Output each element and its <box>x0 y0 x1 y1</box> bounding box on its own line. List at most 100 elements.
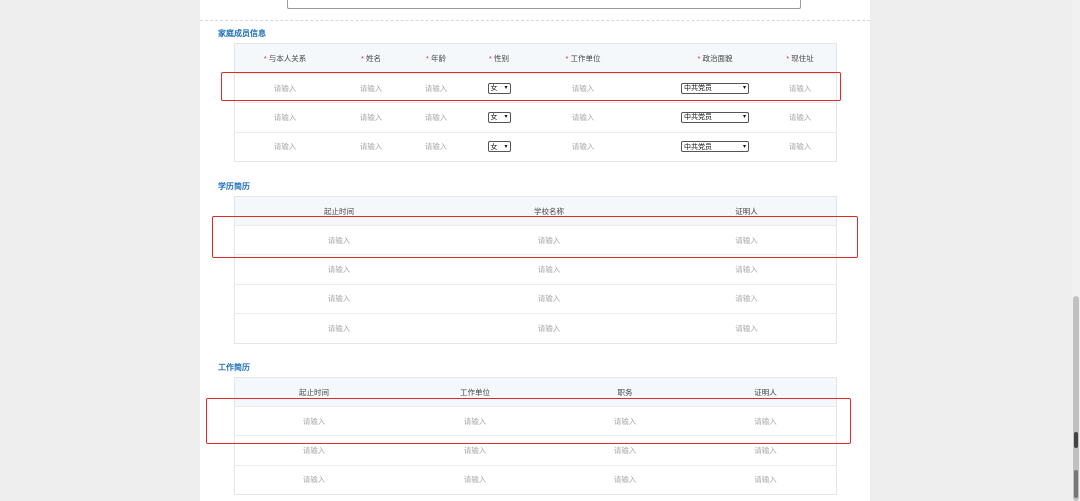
gender-select-value: 女 <box>490 85 498 93</box>
family-input[interactable]: 请输入 <box>572 112 595 123</box>
work-cell: 请输入 <box>557 466 693 494</box>
education-input[interactable]: 请输入 <box>538 293 561 304</box>
family-input[interactable]: 请输入 <box>425 141 448 152</box>
family-header-label: 政治面貌 <box>702 54 733 63</box>
education-cell: 请输入 <box>655 285 838 313</box>
family-input[interactable]: 请输入 <box>789 141 812 152</box>
family-table: * 与本人关系 * 姓名 * 年龄 * 性别 * 工作单位 * 政治面貌 * 现住址 请输入 请输入 请输入女 ▾… <box>234 43 837 162</box>
required-marker: * <box>697 54 701 63</box>
work-cell: 请输入 <box>693 436 838 464</box>
gender-select[interactable]: 女 ▾ <box>487 111 511 123</box>
education-input[interactable]: 请输入 <box>735 323 758 334</box>
work-cell: 请输入 <box>235 436 393 464</box>
family-row: 请输入 请输入 请输入女 ▾ 请输入 中共党员 ▾ 请输入 <box>235 102 836 131</box>
work-input[interactable]: 请输入 <box>303 474 326 485</box>
education-input[interactable]: 请输入 <box>328 293 351 304</box>
work-header-cell: 工作单位 <box>460 387 490 397</box>
family-header-cell: * 工作单位 <box>533 44 633 73</box>
family-input[interactable]: 请输入 <box>360 83 383 94</box>
work-input[interactable]: 请输入 <box>614 474 637 485</box>
family-input[interactable]: 请输入 <box>789 112 812 123</box>
family-input[interactable]: 请输入 <box>360 141 383 152</box>
work-row: 请输入 请输入 请输入 请输入 <box>235 435 836 464</box>
work-input[interactable]: 请输入 <box>754 445 777 456</box>
family-header-label: 年龄 <box>430 54 446 63</box>
required-marker: * <box>361 54 364 63</box>
chevron-down-icon: ▾ <box>742 143 746 150</box>
political-status-select[interactable]: 中共党员 ▾ <box>681 82 749 94</box>
education-cell: 请输入 <box>443 255 655 283</box>
work-input[interactable]: 请输入 <box>464 416 487 427</box>
work-input[interactable]: 请输入 <box>464 474 487 485</box>
family-input[interactable]: 请输入 <box>425 83 448 94</box>
education-input[interactable]: 请输入 <box>735 264 758 275</box>
family-cell: 请输入 <box>335 103 407 131</box>
work-cell: 请输入 <box>693 407 838 435</box>
political-status-select-value: 中共党员 <box>684 143 712 151</box>
family-input[interactable]: 请输入 <box>572 141 595 152</box>
political-status-select[interactable]: 中共党员 ▾ <box>681 141 749 153</box>
family-cell: 请输入 <box>765 103 835 131</box>
family-cell: 请输入 <box>533 133 633 161</box>
family-input[interactable]: 请输入 <box>274 141 297 152</box>
political-status-select[interactable]: 中共党员 ▾ <box>681 111 749 123</box>
family-row: 请输入 请输入 请输入 女 ▾ 请输入 中共党员 ▾ 请输入 <box>235 131 836 161</box>
work-input[interactable]: 请输入 <box>464 445 487 456</box>
work-cell: 请输入 <box>235 466 393 494</box>
chevron-down-icon: ▾ <box>504 114 508 121</box>
education-input[interactable]: 请输入 <box>735 235 758 246</box>
family-header-label: 性别 <box>493 54 509 63</box>
education-header-cell: 起止时间 <box>324 206 354 216</box>
page-scrollbar[interactable] <box>1072 0 1080 501</box>
family-cell: 请输入 <box>533 103 633 131</box>
form-page: 家庭成员信息 * 与本人关系 * 姓名 * 年龄 * 性别 * 工作单位 * 政治面貌 * 现住址 请输入请… <box>200 0 870 501</box>
work-cell: 请输入 <box>393 407 557 435</box>
family-input[interactable]: 请输入 <box>789 83 812 94</box>
scrollbar-marker <box>1074 432 1078 448</box>
education-row: 请输入 请输入 请输入 <box>235 313 836 342</box>
work-input[interactable]: 请输入 <box>614 445 637 456</box>
work-cell: 请输入 <box>693 466 838 494</box>
chevron-down-icon: ▾ <box>742 85 746 92</box>
family-input[interactable]: 请输入 <box>274 83 297 94</box>
required-marker: * <box>786 54 790 63</box>
work-header-cell: 职务 <box>617 387 633 397</box>
work-input[interactable]: 请输入 <box>303 445 326 456</box>
family-input[interactable]: 请输入 <box>425 112 448 123</box>
education-input[interactable]: 请输入 <box>328 323 351 334</box>
education-input[interactable]: 请输入 <box>735 293 758 304</box>
education-input[interactable]: 请输入 <box>538 235 561 246</box>
chevron-down-icon: ▾ <box>504 85 508 92</box>
education-input[interactable]: 请输入 <box>538 323 561 334</box>
education-row: 请输入 请输入 请输入 <box>235 225 836 254</box>
gender-select[interactable]: 女 ▾ <box>487 82 511 94</box>
work-input[interactable]: 请输入 <box>754 474 777 485</box>
family-header-cell: * 性别 <box>465 44 533 73</box>
education-input[interactable]: 请输入 <box>538 264 561 275</box>
education-cell: 请输入 <box>655 226 838 254</box>
education-header-row: 起止时间 学校名称 证明人 <box>235 197 836 225</box>
work-row: 请输入 请输入 请输入 请输入 <box>235 406 836 435</box>
family-header-cell: * 与本人关系 <box>245 44 325 73</box>
gender-select[interactable]: 女 ▾ <box>487 141 511 153</box>
family-input[interactable]: 请输入 <box>572 83 595 94</box>
required-marker: * <box>263 54 267 63</box>
family-cell: 请输入 <box>533 74 633 102</box>
work-input[interactable]: 请输入 <box>303 416 326 427</box>
family-input[interactable]: 请输入 <box>274 112 297 123</box>
education-cell: 请输入 <box>235 314 443 342</box>
work-input[interactable]: 请输入 <box>614 416 637 427</box>
section-divider <box>200 20 870 21</box>
family-header-label: 现住址 <box>791 54 814 63</box>
previous-textarea[interactable] <box>287 0 801 9</box>
education-cell: 请输入 <box>235 285 443 313</box>
family-cell: 女 ▾ <box>465 133 533 161</box>
political-status-select-value: 中共党员 <box>684 114 712 122</box>
education-header-cell: 学校名称 <box>534 206 564 216</box>
family-input[interactable]: 请输入 <box>360 112 383 123</box>
family-cell: 请输入 <box>245 74 325 102</box>
work-input[interactable]: 请输入 <box>754 416 777 427</box>
education-input[interactable]: 请输入 <box>328 235 351 246</box>
education-input[interactable]: 请输入 <box>328 264 351 275</box>
family-cell: 请输入 <box>245 103 325 131</box>
